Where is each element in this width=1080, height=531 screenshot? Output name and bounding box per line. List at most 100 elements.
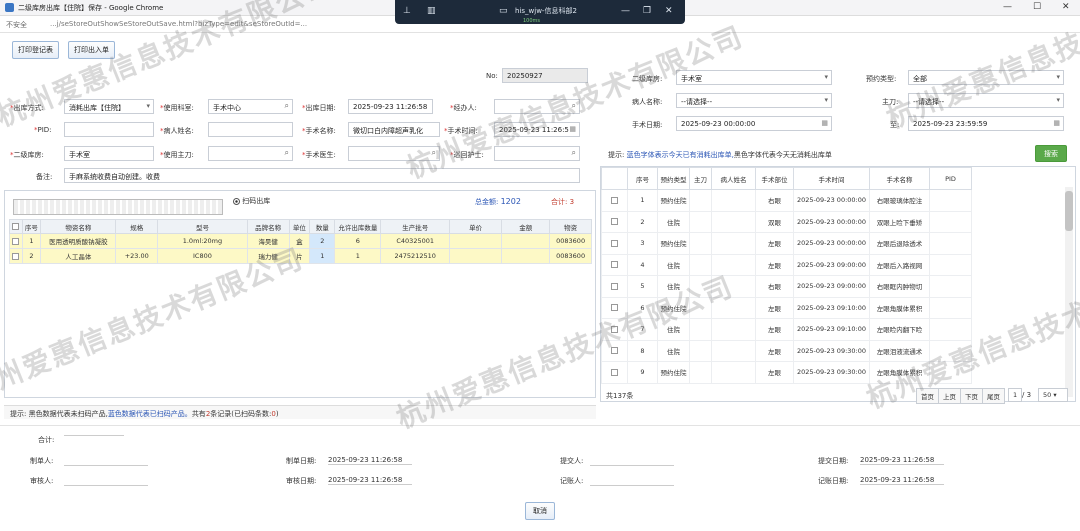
handler-field[interactable] [494, 99, 580, 114]
r-type-select[interactable]: 全部 [908, 70, 1064, 85]
row-checkbox[interactable] [611, 218, 618, 226]
r-patient-select[interactable]: --请选择-- [676, 93, 832, 108]
quantity-cell[interactable]: 2 [309, 233, 336, 249]
row-checkbox[interactable] [611, 261, 618, 269]
row-checkbox-cell[interactable] [601, 275, 628, 298]
remark-field[interactable]: 手麻系统收费自动创建。收费 [64, 168, 580, 183]
print-in-button[interactable]: 打印出入单 [68, 41, 115, 59]
r-surgeon-select[interactable]: --请选择-- [908, 93, 1064, 108]
patient-field[interactable] [208, 122, 293, 137]
surgery-field[interactable]: 微切口白内障超声乳化 [348, 122, 440, 137]
row-checkbox-cell[interactable] [601, 232, 628, 255]
chrome-favicon-icon [5, 3, 14, 12]
cell [689, 361, 712, 384]
restore-icon[interactable]: ❐ [643, 6, 651, 16]
row-checkbox-cell[interactable] [601, 210, 628, 233]
row-checkbox-cell[interactable] [601, 339, 628, 362]
table-row[interactable]: 4 住院 左眼 2025-09-23 09:00:00 左眼后入路视网 [601, 253, 972, 276]
cell: 右眼 [755, 275, 794, 298]
close-icon[interactable]: ✕ [1062, 2, 1070, 12]
row-checkbox[interactable] [611, 325, 618, 333]
minimize-icon[interactable]: — [1003, 2, 1012, 12]
scrollbar-thumb[interactable] [1065, 191, 1073, 231]
cell: 2025-09-23 00:00:00 [793, 232, 870, 255]
cell [929, 339, 972, 362]
r-store-label: 二级库房: [632, 75, 663, 83]
quantity-cell[interactable]: 1 [309, 248, 336, 264]
row-checkbox[interactable] [611, 368, 618, 376]
left-table: 序号 物资名称 规格 型号 品牌名称 单位 数量 允许出库数量 生产批号 单价 … [9, 219, 592, 264]
close-icon[interactable]: ✕ [665, 6, 673, 16]
row-checkbox-cell[interactable] [601, 189, 628, 212]
cell [689, 210, 712, 233]
table-row[interactable]: 2 住院 双眼 2025-09-23 00:00:00 双眼上睑下垂矫 [601, 210, 972, 233]
cell [711, 232, 756, 255]
cancel-button[interactable]: 取消 [525, 502, 555, 520]
row-checkbox[interactable] [611, 239, 618, 247]
search-button[interactable]: 搜索 [1035, 145, 1067, 162]
cell: 2025-09-23 09:10:00 [793, 318, 870, 341]
surgery-time-field[interactable]: 2025-09-23 11:26:5 [494, 122, 580, 137]
r-store-select[interactable]: 手术室 [676, 70, 832, 85]
select-all-checkbox[interactable] [9, 219, 23, 234]
r-surgeon-label: 主刀: [882, 98, 899, 106]
cell [689, 275, 712, 298]
display-icon: ▭ [499, 6, 508, 16]
table-row[interactable]: 6 预约住院 左眼 2025-09-23 09:10:00 左眼角膜体累积 [601, 296, 972, 319]
network-icon[interactable]: ▥ [427, 6, 436, 16]
table-row[interactable]: 2 人工晶体 +23.00 IC800 瑞力健 片 1 1 2475212510… [9, 248, 592, 264]
pid-field[interactable] [64, 122, 154, 137]
row-checkbox-cell[interactable] [601, 296, 628, 319]
row-checkbox[interactable] [611, 282, 618, 290]
table-row[interactable]: 1 预约住院 右眼 2025-09-23 00:00:00 右眼玻璃体腔注 [601, 189, 972, 212]
barcode-input[interactable] [13, 199, 223, 215]
out-type-select[interactable]: 消耗出库【住院】 [64, 99, 154, 114]
footer-panel: 合计: 制单人: 制单日期: 2025-09-23 11:26:58 提交人: … [0, 425, 1080, 531]
table-row[interactable]: 1 医用透明质酸钠凝胶 1.0ml:20mg 海昊健 盒 2 6 C403250… [9, 233, 592, 249]
cell: 左眼后退除透术 [869, 232, 930, 255]
out-date-field[interactable]: 2025-09-23 11:26:58 [348, 99, 433, 114]
row-checkbox[interactable] [611, 347, 618, 355]
table-row[interactable]: 9 预约住院 左眼 2025-09-23 09:30:00 左眼角膜体累积 [601, 361, 972, 384]
surgery-grid: 序号 预约类型 主刀 病人姓名 手术部位 手术时间 手术名称 PID 1 预约住院… [600, 166, 1076, 402]
next-page-button[interactable]: 下页 [960, 388, 983, 404]
table-row[interactable]: 5 住院 右眼 2025-09-23 09:00:00 右眼眶内肿物切 [601, 275, 972, 298]
r-date-to[interactable]: 2025-09-23 23:59:59 [908, 116, 1064, 131]
cell [711, 318, 756, 341]
table-row[interactable]: 8 住院 左眼 2025-09-23 09:30:00 左眼泪液流通术 [601, 339, 972, 362]
page-size-select[interactable]: 50 ▾ [1038, 388, 1068, 402]
row-checkbox-cell[interactable] [601, 318, 628, 341]
row-checkbox[interactable] [611, 196, 618, 204]
cell [689, 339, 712, 362]
table-row[interactable]: 7 住院 左眼 2025-09-23 09:10:00 左眼睑内翻下睑 [601, 318, 972, 341]
pin-icon[interactable]: ⊥ [403, 6, 411, 16]
right-grid-scrollbar[interactable] [1065, 187, 1073, 397]
prev-page-button[interactable]: 上页 [938, 388, 961, 404]
cell [689, 253, 712, 276]
cell: 左眼 [755, 232, 794, 255]
table-row[interactable]: 3 预约住院 左眼 2025-09-23 00:00:00 左眼后退除透术 [601, 232, 972, 255]
cell: 预约住院 [657, 296, 690, 319]
doctor-field[interactable] [348, 146, 440, 161]
r-date-from[interactable]: 2025-09-23 00:00:00 [676, 116, 832, 131]
cell [449, 248, 503, 264]
url-text[interactable]: ...j/seStoreOutShowSeStoreOutSave.html?b… [50, 20, 307, 28]
first-page-button[interactable]: 首页 [916, 388, 939, 404]
minimize-icon[interactable]: — [621, 6, 630, 16]
dept-field[interactable]: 手术中心 [208, 99, 293, 114]
store-field[interactable]: 手术室 [64, 146, 154, 161]
row-checkbox[interactable] [12, 237, 20, 245]
maximize-icon[interactable]: ☐ [1033, 2, 1041, 12]
row-checkbox[interactable] [611, 304, 618, 312]
print-register-button[interactable]: 打印登记表 [12, 41, 59, 59]
last-page-button[interactable]: 尾页 [982, 388, 1005, 404]
scan-radio[interactable] [233, 197, 240, 205]
select-all-checkbox[interactable] [601, 167, 628, 190]
page-input[interactable]: 1 [1008, 388, 1023, 402]
row-checkbox[interactable] [12, 252, 20, 260]
row-checkbox-cell[interactable] [601, 361, 628, 384]
cell [449, 233, 503, 249]
surgeon-field[interactable] [208, 146, 293, 161]
row-checkbox-cell[interactable] [601, 253, 628, 276]
nurse-field[interactable] [494, 146, 580, 161]
